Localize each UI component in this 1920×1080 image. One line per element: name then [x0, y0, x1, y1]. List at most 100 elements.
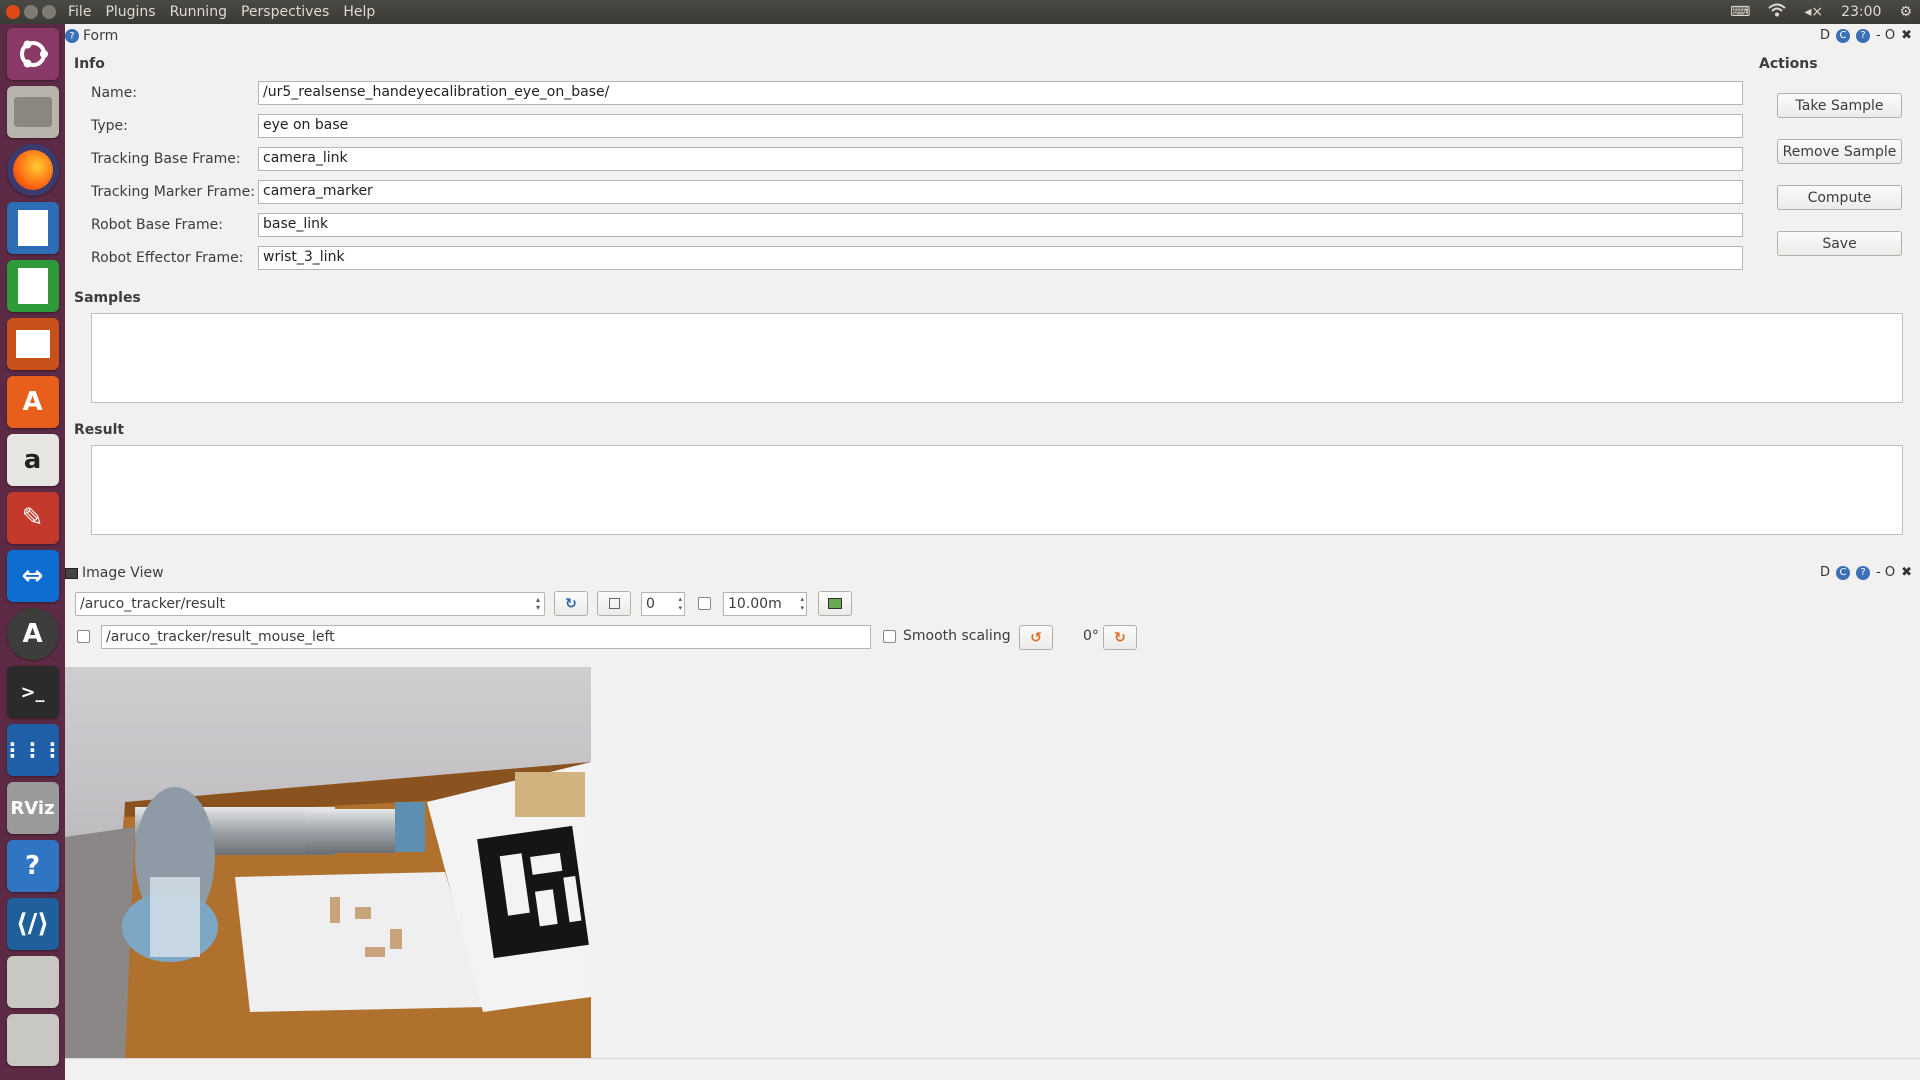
keyboard-icon[interactable]: ⌨ [1730, 4, 1750, 20]
combo-arrows-icon: ▴ ▾ [535, 595, 540, 612]
samples-list[interactable] [91, 313, 1903, 403]
clock[interactable]: 23:00 [1841, 4, 1881, 20]
vscode-icon[interactable]: ⟨/⟩ [6, 898, 59, 950]
minimize-float-icon[interactable]: - O [1876, 28, 1895, 43]
image-view-title: Image View [82, 565, 164, 581]
spin-arrows-icon[interactable]: ▴ ▾ [800, 595, 804, 613]
help-icon[interactable]: ? [1856, 28, 1871, 43]
rotate-left-icon: ↺ [1030, 629, 1042, 646]
disk-icon[interactable] [6, 956, 59, 1008]
dock-icon[interactable]: D [1820, 565, 1830, 580]
spin-value-text: 0 [646, 596, 655, 612]
name-row: Name: /ur5_realsense_handeyecalibration_… [91, 81, 1743, 105]
minimize-float-icon[interactable]: - O [1876, 565, 1895, 580]
refresh-topics-button[interactable]: ↻ [554, 591, 588, 616]
menu-perspectives[interactable]: Perspectives [241, 4, 329, 20]
max-range-spin[interactable]: 10.00m ▴ ▾ [723, 592, 807, 616]
compute-button[interactable]: Compute [1777, 185, 1902, 210]
refresh-icon: ↻ [565, 595, 577, 612]
software-center-icon[interactable]: A [6, 376, 59, 428]
spin-arrows-icon[interactable]: ▴ ▾ [678, 595, 682, 613]
image-view-panel-title: Image View [65, 565, 164, 581]
minimize-window-icon[interactable] [24, 5, 38, 19]
type-field[interactable]: eye on base [258, 114, 1743, 138]
files-icon[interactable] [6, 86, 59, 138]
info-label: Info [74, 56, 105, 72]
form-title: Form [83, 28, 119, 44]
rotate-right-icon: ↻ [1114, 629, 1126, 646]
menu-plugins[interactable]: Plugins [105, 4, 155, 20]
robot-base-frame-field[interactable]: base_link [258, 213, 1743, 237]
take-sample-button[interactable]: Take Sample [1777, 93, 1902, 118]
topic-select[interactable]: /aruco_tracker/result ▴ ▾ [75, 592, 545, 616]
impress-icon[interactable] [6, 318, 59, 370]
mouse-topic-input[interactable]: /aruco_tracker/result_mouse_left [101, 625, 871, 649]
name-field[interactable]: /ur5_realsense_handeyecalibration_eye_on… [258, 81, 1743, 105]
rviz-icon[interactable]: RViz [6, 782, 59, 834]
wifi-icon[interactable] [1768, 3, 1786, 21]
zoom-1-button[interactable] [597, 591, 631, 616]
help-icon[interactable]: ? [6, 840, 59, 892]
help-circle-icon[interactable]: ? [65, 29, 79, 43]
result-text[interactable] [91, 445, 1903, 535]
tracking-base-frame-row: Tracking Base Frame: camera_link [91, 147, 1743, 171]
software-updater-icon[interactable]: A [6, 608, 59, 660]
max-range-text: 10.00m [728, 596, 782, 612]
rotate-left-button[interactable]: ↺ [1019, 625, 1053, 650]
terminal-icon[interactable]: >_ [6, 666, 59, 718]
camera-image-drawing [65, 667, 591, 1058]
gear-icon[interactable]: ⚙ [1899, 4, 1912, 20]
max-range-checkbox[interactable] [698, 597, 711, 610]
tracking-marker-frame-label: Tracking Marker Frame: [91, 184, 255, 200]
disk2-icon[interactable] [6, 1014, 59, 1066]
reload-icon[interactable]: C [1836, 565, 1851, 580]
mouse-publish-checkbox[interactable] [77, 630, 90, 643]
dock-icon[interactable]: D [1820, 28, 1830, 43]
tracking-base-frame-label: Tracking Base Frame: [91, 151, 241, 167]
tracking-marker-frame-field[interactable]: camera_marker [258, 180, 1743, 204]
result-label: Result [74, 422, 125, 438]
form-panel-title: ? Form [65, 28, 118, 44]
close-window-icon[interactable] [6, 5, 20, 19]
reload-icon[interactable]: C [1836, 28, 1851, 43]
spin-value[interactable]: 0 ▴ ▾ [641, 592, 685, 616]
remove-sample-button[interactable]: Remove Sample [1777, 139, 1902, 164]
samples-label: Samples [74, 290, 141, 306]
name-label: Name: [91, 85, 138, 101]
status-strip [65, 1058, 1920, 1080]
main-window: ? Form D C ? - O ✖ Info Name: /ur5_reals… [65, 24, 1920, 1080]
app-grid-icon[interactable]: ⋮⋮⋮ [3, 724, 63, 776]
topic-select-value: /aruco_tracker/result [80, 596, 226, 612]
rotation-value: 0° [1083, 628, 1099, 644]
writer-icon[interactable] [6, 202, 59, 254]
top-menu-bar: File Plugins Running Perspectives Help ⌨… [0, 0, 1920, 24]
help-icon[interactable]: ? [1856, 565, 1871, 580]
form-panel-controls: D C ? - O ✖ [1820, 28, 1912, 43]
image-view-panel-controls: D C ? - O ✖ [1820, 565, 1912, 580]
sound-muted-icon[interactable]: ◂× [1804, 4, 1823, 20]
smooth-scaling-checkbox[interactable] [883, 630, 896, 643]
tracking-base-frame-field[interactable]: camera_link [258, 147, 1743, 171]
close-panel-icon[interactable]: ✖ [1901, 28, 1912, 43]
image-view-icon [65, 567, 78, 579]
robot-effector-frame-label: Robot Effector Frame: [91, 250, 244, 266]
maximize-window-icon[interactable] [42, 5, 56, 19]
calc-icon[interactable] [6, 260, 59, 312]
menu-file[interactable]: File [68, 4, 91, 20]
actions-label: Actions [1759, 56, 1818, 72]
save-button[interactable]: Save [1777, 231, 1902, 256]
camera-image[interactable] [65, 667, 591, 1058]
robot-effector-frame-field[interactable]: wrist_3_link [258, 246, 1743, 270]
save-image-button[interactable] [818, 591, 852, 616]
teamviewer-icon[interactable]: ⇔ [6, 550, 59, 602]
rotate-right-button[interactable]: ↻ [1103, 625, 1137, 650]
amazon-icon[interactable]: a [6, 434, 59, 486]
menu-help[interactable]: Help [343, 4, 375, 20]
tracking-marker-frame-row: Tracking Marker Frame: camera_marker [91, 180, 1743, 204]
firefox-icon[interactable] [6, 144, 59, 196]
ubuntu-dash-icon[interactable] [6, 28, 59, 80]
close-panel-icon[interactable]: ✖ [1901, 565, 1912, 580]
menu-running[interactable]: Running [170, 4, 227, 20]
settings-icon[interactable]: ✎ [6, 492, 59, 544]
type-label: Type: [91, 118, 128, 134]
